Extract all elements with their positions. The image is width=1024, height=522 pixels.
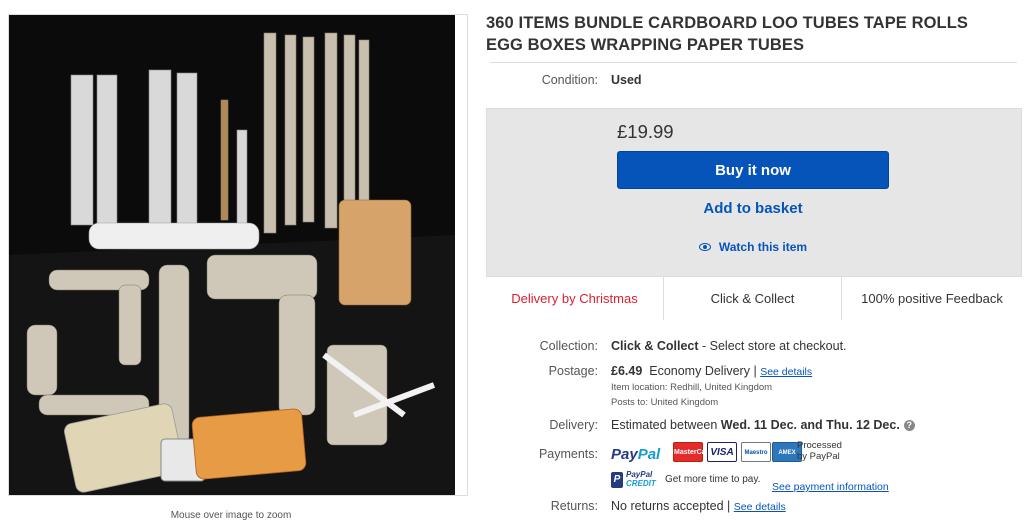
perk-positive-feedback: 100% positive Feedback [861,291,1003,306]
paypal-credit-text: PayPal CREDIT [626,470,656,488]
product-photo-art [9,15,455,495]
payment-info-link-wrap: See payment information [772,477,889,495]
collection-value-bold: Click & Collect [611,339,699,353]
listing-title: 360 ITEMS BUNDLE CARDBOARD LOO TUBES TAP… [486,12,1006,56]
listing-title-line-2: EGG BOXES WRAPPING PAPER TUBES [486,36,805,54]
paypal-logo: PayPal [611,446,661,463]
returns-label: Returns: [550,499,598,513]
processed-by-paypal: Processed by PayPal [797,440,842,462]
delivery-value: Estimated between Wed. 11 Dec. and Thu. … [611,418,915,432]
perk-delivery-by-christmas: Delivery by Christmas [486,277,664,320]
returns-see-details-link[interactable]: See details [734,501,786,513]
eye-icon [698,242,711,251]
zoom-hint: Mouse over image to zoom [170,510,292,521]
postage-see-details-link[interactable]: See details [760,366,812,378]
paypal-p-icon: P [611,472,623,488]
returns-separator: | [727,499,731,513]
add-to-basket-button[interactable]: Add to basket [617,200,889,217]
watch-item-label: Watch this item [718,240,808,254]
price: £19.99 [617,121,674,142]
collection-value-rest: - Select store at checkout. [698,339,847,353]
see-payment-information-link[interactable]: See payment information [772,481,889,493]
maestro-icon: Maestro [741,442,771,462]
perk-click-collect: Click & Collect [664,277,842,320]
paypal-credit-tagline: Get more time to pay. [665,474,761,485]
title-divider [490,62,1017,63]
product-image-frame[interactable] [8,14,468,496]
postage-label: Postage: [548,364,598,378]
listing-title-line-1: 360 ITEMS BUNDLE CARDBOARD LOO TUBES TAP… [486,14,969,32]
paypal-credit-logo: P PayPal CREDIT [611,470,657,490]
buy-box: £19.99 Buy it now Add to basket Watch th… [486,108,1022,320]
collection-value: Click & Collect - Select store at checko… [611,339,847,353]
postage-price: £6.49 [611,364,643,378]
buy-it-now-button[interactable]: Buy it now [617,151,889,189]
item-location: Item location: Redhill, United Kingdom [611,382,773,393]
perks-bar: Delivery by Christmas Click & Collect 10… [486,276,1022,320]
payments-label: Payments: [538,447,598,461]
help-icon[interactable]: ? [903,420,915,432]
visa-icon: VISA [707,442,737,462]
collection-label: Collection: [539,339,598,353]
condition-label: Condition: [541,73,598,87]
returns-policy: No returns accepted [611,499,724,513]
returns-value: No returns accepted | See details [611,499,786,513]
delivery-label: Delivery: [549,418,598,432]
condition-value: Used [611,73,642,87]
postage-value: £6.49 Economy Delivery | See details [611,364,812,378]
postage-service: Economy Delivery [649,364,750,378]
delivery-prefix: Estimated between [611,418,721,432]
product-photo[interactable] [9,15,455,495]
posts-to: Posts to: United Kingdom [611,397,719,408]
watch-item-button[interactable]: Watch this item [617,240,889,254]
postage-separator: | [753,364,757,378]
delivery-range: Wed. 11 Dec. and Thu. 12 Dec. [720,418,900,432]
mastercard-icon: MasterCard [673,442,713,462]
